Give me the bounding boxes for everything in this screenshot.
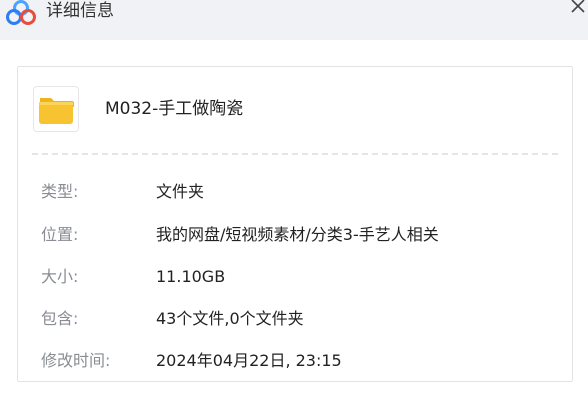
detail-row-location: 位置: 我的网盘/短视频素材/分类3-手艺人相关 <box>41 223 561 247</box>
window-title: 详细信息 <box>46 1 114 21</box>
detail-label-contains: 包含: <box>41 309 79 328</box>
baidu-netdisk-logo-icon <box>6 0 36 25</box>
details-card: M032-手工做陶瓷 类型: 文件夹 位置: 我的网盘/短视频素材/分类3-手艺… <box>17 66 573 382</box>
detail-label-size: 大小: <box>41 267 79 286</box>
detail-value-location: 我的网盘/短视频素材/分类3-手艺人相关 <box>156 225 439 244</box>
detail-label-type: 类型: <box>41 182 79 201</box>
detail-row-modified: 修改时间: 2024年04月22日, 23:15 <box>41 349 561 373</box>
detail-value-modified: 2024年04月22日, 23:15 <box>156 351 342 370</box>
file-name: M032-手工做陶瓷 <box>105 99 244 119</box>
detail-row-size: 大小: 11.10GB <box>41 265 561 289</box>
detail-value-type: 文件夹 <box>156 182 205 201</box>
folder-icon <box>39 98 74 124</box>
detail-row-contains: 包含: 43个文件,0个文件夹 <box>41 307 561 331</box>
folder-thumbnail <box>33 86 79 132</box>
close-icon[interactable] <box>566 0 588 16</box>
detail-label-modified: 修改时间: <box>41 351 111 370</box>
detail-row-type: 类型: 文件夹 <box>41 180 561 204</box>
detail-value-contains: 43个文件,0个文件夹 <box>156 309 304 328</box>
dashed-divider <box>32 153 558 155</box>
detail-value-size: 11.10GB <box>156 267 226 286</box>
detail-label-location: 位置: <box>41 225 79 244</box>
title-bar: 详细信息 <box>0 0 588 40</box>
